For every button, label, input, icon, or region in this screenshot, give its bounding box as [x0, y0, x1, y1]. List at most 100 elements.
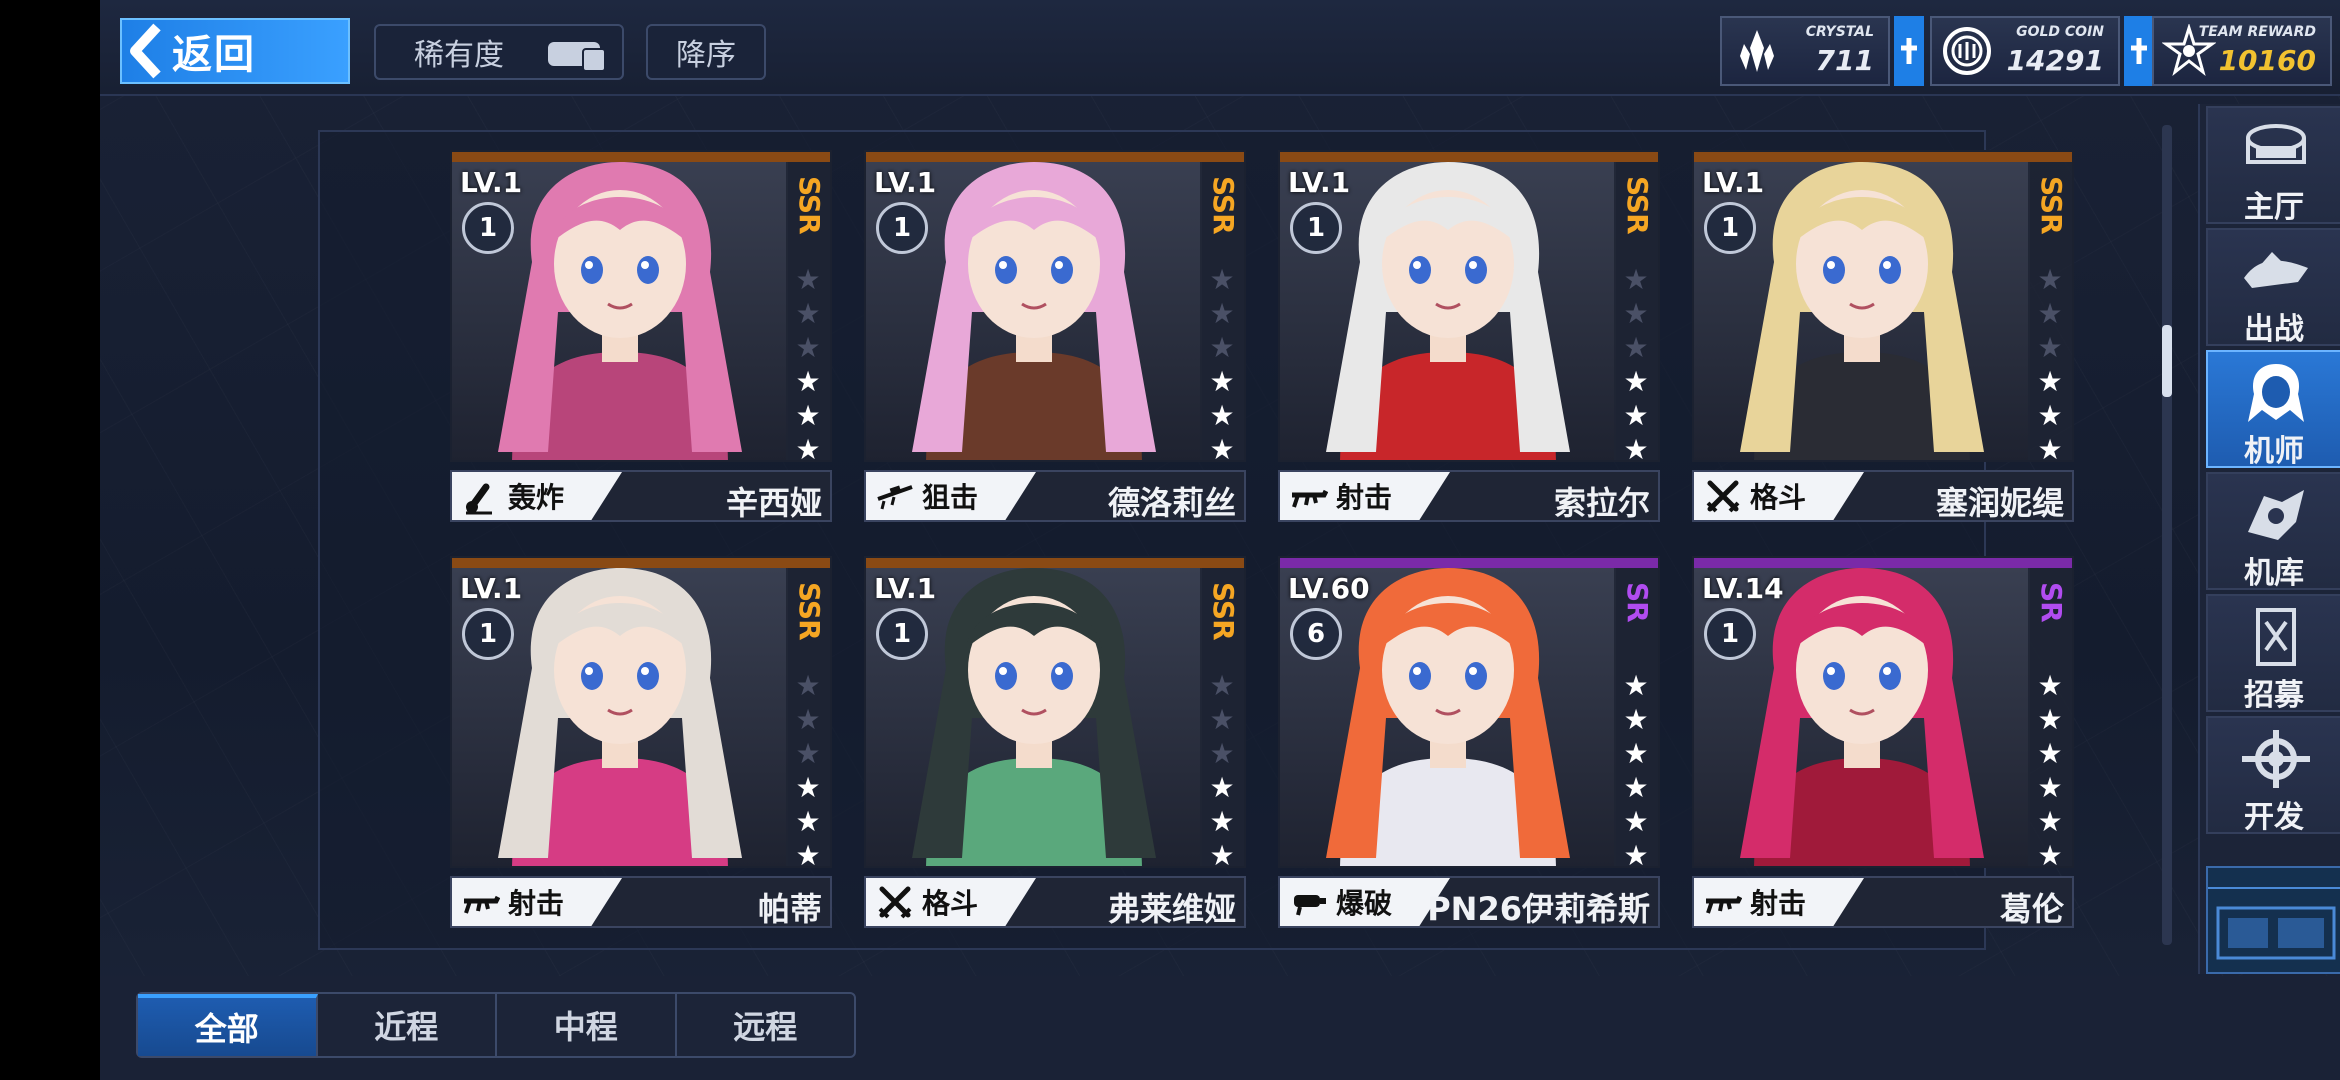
pilot-portrait: SR ★ ★ ★ ★ ★ ★ LV.14 1 — [1692, 556, 2074, 868]
sort-order-button[interactable]: 降序 — [646, 24, 766, 80]
rarity-badge: SR — [2035, 582, 2068, 622]
star-empty-icon: ★ — [795, 703, 821, 736]
resource-value: 14291 — [2006, 44, 2104, 77]
rarity-badge: SR — [1621, 582, 1654, 622]
pilot-card[interactable]: SSR ★ ★ ★ ★ ★ ★ LV.1 1 射击 索拉尔 — [1278, 150, 1660, 526]
pilot-name: 辛西娅 — [725, 484, 822, 522]
plus-icon — [1901, 38, 1917, 64]
nav-item-main-hall[interactable]: 主厅 — [2206, 106, 2340, 225]
star-empty-icon: ★ — [2037, 297, 2063, 330]
resource-crystal: CRYSTAL 711 — [1720, 16, 1890, 86]
nav-label: 出战 — [2244, 312, 2304, 347]
pilot-card[interactable]: SSR ★ ★ ★ ★ ★ ★ LV.1 1 射击 帕蒂 — [450, 556, 832, 932]
star-rating: ★ ★ ★ ★ ★ ★ — [1622, 263, 1650, 461]
nav-label: 开发 — [2244, 800, 2304, 835]
nav-item-recruit[interactable]: 招募 — [2206, 594, 2340, 713]
star-icon: ★ — [795, 365, 821, 398]
scrollbar[interactable] — [2162, 125, 2172, 945]
pilot-portrait: SSR ★ ★ ★ ★ ★ ★ LV.1 1 — [1692, 150, 2074, 462]
pilot-level: LV.1 — [1288, 166, 1351, 199]
star-empty-icon: ★ — [2037, 331, 2063, 364]
star-empty-icon: ★ — [1623, 297, 1649, 330]
star-empty-icon: ★ — [795, 331, 821, 364]
pilot-info-bar: 射击 葛伦 — [1692, 876, 2074, 928]
rarity-sort-button[interactable]: 稀有度 — [374, 24, 624, 80]
add-crystal-button[interactable] — [1894, 16, 1924, 86]
pilot-role: 射击 — [1694, 878, 1864, 926]
pilot-rank-badge: 6 — [1290, 608, 1342, 660]
pilot-name: 弗莱维娅 — [1107, 890, 1236, 928]
nav-item-hangar[interactable]: 机库 — [2206, 472, 2340, 591]
back-button[interactable]: 返回 — [120, 18, 350, 84]
star-empty-icon: ★ — [1623, 263, 1649, 296]
main-hall-icon — [2238, 116, 2314, 182]
star-icon: ★ — [2037, 839, 2063, 868]
star-icon: ★ — [1209, 805, 1235, 838]
tab-all[interactable]: 全部 — [138, 994, 318, 1056]
nav-item-pilot[interactable]: 机师 — [2206, 350, 2340, 469]
star-icon: ★ — [1623, 805, 1649, 838]
pilot-name: 葛伦 — [1999, 890, 2064, 928]
pilot-card[interactable]: SSR ★ ★ ★ ★ ★ ★ LV.1 1 格斗 塞润妮缇 — [1692, 150, 2074, 526]
crystal-icon — [1730, 24, 1784, 78]
star-rating: ★ ★ ★ ★ ★ ★ — [794, 672, 822, 868]
rarity-column: SSR ★ ★ ★ ★ ★ ★ — [1614, 162, 1658, 461]
pilot-card[interactable]: SR ★ ★ ★ ★ ★ ★ LV.60 6 爆破 PN26伊莉希斯 — [1278, 556, 1660, 932]
role-label: 狙击 — [922, 481, 979, 514]
star-empty-icon: ★ — [1209, 669, 1235, 702]
pilot-portrait: SR ★ ★ ★ ★ ★ ★ LV.60 6 — [1278, 556, 1660, 868]
pilot-info-bar: 轰炸 辛西娅 — [450, 470, 832, 522]
pilot-rank-badge: 1 — [876, 202, 928, 254]
nav-label: 主厅 — [2244, 190, 2304, 225]
pilot-level: LV.1 — [460, 572, 523, 605]
star-icon: ★ — [2037, 365, 2063, 398]
top-bar: 返回 稀有度 降序 CRYSTAL 711 GOLD COIN 14291 TEAM R… — [100, 0, 2340, 96]
rarity-column: SSR ★ ★ ★ ★ ★ ★ — [1200, 162, 1244, 462]
pilot-card[interactable]: SSR ★ ★ ★ ★ ★ ★ LV.1 1 格斗 弗莱维娅 — [864, 556, 1246, 932]
nav-item-sortie[interactable]: 出战 — [2206, 228, 2340, 347]
star-empty-icon: ★ — [795, 737, 821, 770]
role-label: 格斗 — [1750, 481, 1807, 514]
pilot-card[interactable]: SSR ★ ★ ★ ★ ★ ★ LV.1 1 轰炸 辛西娅 — [450, 150, 832, 526]
rarity-stripe — [866, 152, 1244, 162]
assault-rifle-icon — [1290, 477, 1329, 515]
nav-item-develop[interactable]: 开发 — [2206, 716, 2340, 835]
star-icon: ★ — [1209, 433, 1235, 462]
hangar-icon — [2238, 482, 2314, 548]
rarity-badge: SSR — [793, 176, 826, 234]
star-icon: ★ — [1623, 669, 1649, 702]
pilot-rank-badge: 1 — [876, 608, 928, 660]
plus-icon — [2131, 38, 2147, 64]
tab-short-range[interactable]: 近程 — [318, 994, 497, 1056]
pilot-level: LV.60 — [1288, 572, 1370, 605]
star-empty-icon: ★ — [795, 297, 821, 330]
star-rating: ★ ★ ★ ★ ★ ★ — [794, 263, 822, 461]
resource-value: 711 — [1815, 44, 1874, 77]
pilot-level: LV.14 — [1702, 572, 1784, 605]
star-icon: ★ — [795, 771, 821, 804]
pilot-level: LV.1 — [874, 166, 937, 199]
base-map-icon[interactable] — [2206, 866, 2340, 974]
star-empty-icon: ★ — [795, 263, 821, 296]
pilot-rank-badge: 1 — [462, 202, 514, 254]
rarity-column: SSR ★ ★ ★ ★ ★ ★ — [786, 162, 830, 461]
star-icon: ★ — [2037, 433, 2063, 462]
rarity-stripe — [866, 558, 1244, 568]
sort-order-label: 降序 — [676, 38, 736, 73]
star-rating: ★ ★ ★ ★ ★ ★ — [1208, 266, 1236, 462]
nav-label: 机库 — [2244, 556, 2304, 591]
tab-mid-range[interactable]: 中程 — [497, 994, 677, 1056]
pilot-card[interactable]: SSR ★ ★ ★ ★ ★ ★ LV.1 1 狙击 德洛莉丝 — [864, 150, 1246, 526]
star-icon: ★ — [1623, 771, 1649, 804]
add-gold-coin-button[interactable] — [2124, 16, 2154, 86]
scroll-thumb[interactable] — [2162, 325, 2172, 397]
star-icon: ★ — [795, 839, 821, 868]
pilot-role: 狙击 — [866, 472, 1036, 520]
range-filter-tabs: 全部 近程 中程 远程 — [136, 992, 856, 1058]
back-label: 返回 — [172, 32, 256, 78]
pilot-rank-badge: 1 — [1290, 202, 1342, 254]
star-empty-icon: ★ — [1623, 331, 1649, 364]
tab-long-range[interactable]: 远程 — [677, 994, 855, 1056]
pilot-portrait: SSR ★ ★ ★ ★ ★ ★ LV.1 1 — [450, 150, 832, 462]
pilot-card[interactable]: SR ★ ★ ★ ★ ★ ★ LV.14 1 射击 葛伦 — [1692, 556, 2074, 932]
